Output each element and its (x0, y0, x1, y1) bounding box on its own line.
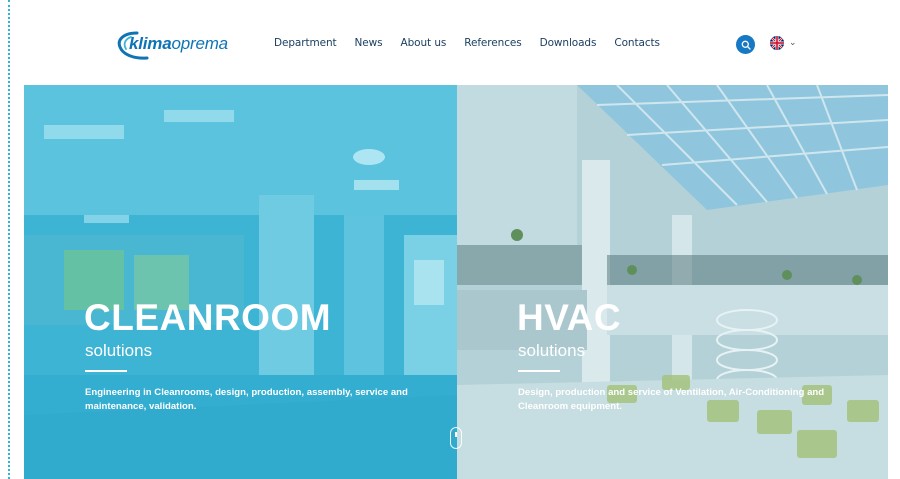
hvac-panel[interactable]: HVAC solutions Design, production and se… (457, 85, 888, 479)
nav-item-contacts[interactable]: Contacts (614, 37, 660, 49)
language-selector[interactable]: ⌄ (770, 36, 797, 50)
hvac-divider (518, 370, 560, 372)
logo-wordmark: klimaoprema (129, 34, 228, 54)
nav-item-downloads[interactable]: Downloads (540, 37, 597, 49)
search-icon (741, 40, 751, 50)
hvac-background-image (457, 85, 888, 479)
main-nav: Department News About us References Down… (274, 37, 678, 49)
hvac-title: HVAC (517, 297, 622, 338)
cleanroom-subtitle: solutions (85, 341, 153, 360)
nav-item-department[interactable]: Department (274, 37, 337, 49)
cleanroom-title: CLEANROOM (84, 297, 332, 338)
nav-item-about-us[interactable]: About us (401, 37, 447, 49)
search-button[interactable] (736, 35, 755, 54)
chevron-down-icon: ⌄ (789, 37, 797, 48)
nav-item-news[interactable]: News (355, 37, 383, 49)
cleanroom-divider (85, 370, 127, 372)
logo-accent-text: klima (129, 34, 172, 53)
hvac-subtitle: solutions (518, 341, 586, 360)
page-edge-dotted-line (8, 0, 10, 479)
cleanroom-description: Engineering in Cleanrooms, design, produ… (85, 387, 408, 412)
nav-item-references[interactable]: References (464, 37, 521, 49)
site-logo[interactable]: klimaoprema (117, 30, 257, 60)
hvac-description: Design, production and service of Ventil… (518, 387, 825, 412)
hero-section: CLEANROOM solutions Engineering in Clean… (24, 85, 888, 479)
mouse-scroll-icon[interactable] (450, 427, 462, 449)
logo-rest-text: oprema (171, 34, 228, 53)
uk-flag-icon (770, 36, 784, 50)
cleanroom-panel[interactable]: CLEANROOM solutions Engineering in Clean… (24, 85, 457, 479)
cleanroom-background-image (24, 85, 457, 479)
site-header: klimaoprema Department News About us Ref… (24, 0, 888, 85)
